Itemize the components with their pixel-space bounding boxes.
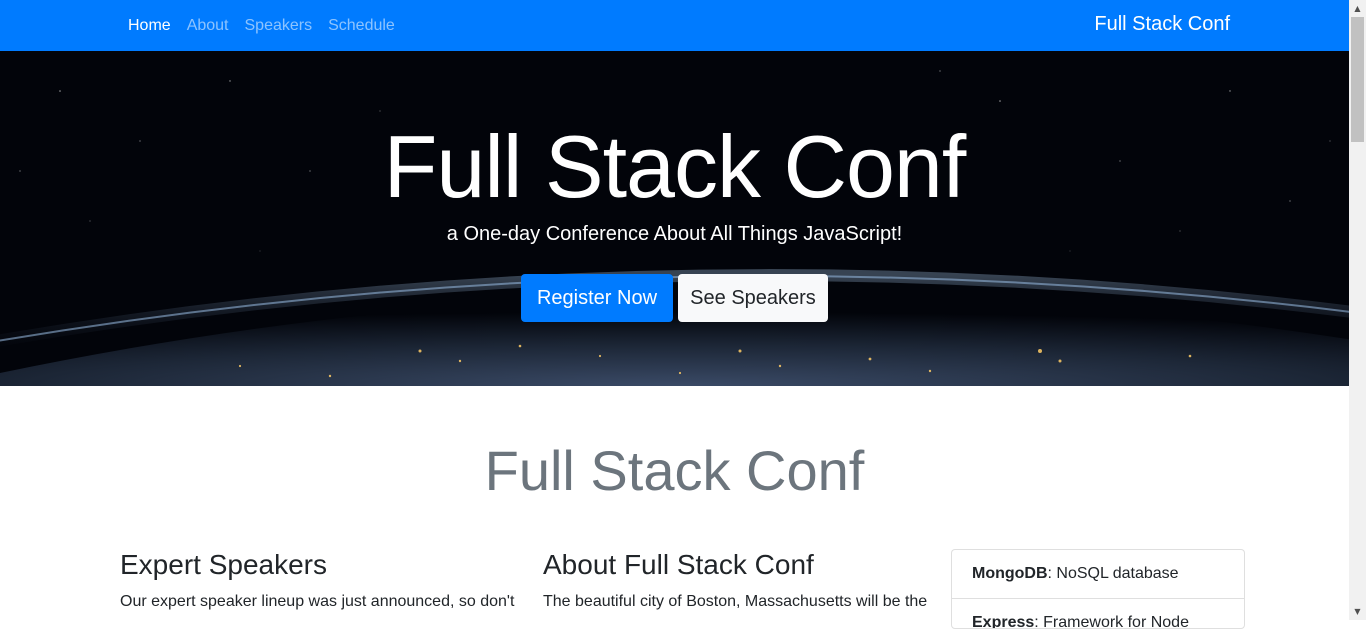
see-speakers-button[interactable]: See Speakers	[678, 274, 828, 322]
list-item-desc: : Framework for Node	[1034, 614, 1189, 629]
list-item: MongoDB: NoSQL database	[952, 550, 1244, 599]
scrollbar-thumb[interactable]	[1351, 17, 1364, 142]
expert-speakers-text: Our expert speaker lineup was just annou…	[120, 593, 515, 610]
arrow-down-icon[interactable]: ▼	[1349, 603, 1366, 620]
hero-jumbotron: Full Stack Conf a One-day Conference Abo…	[0, 51, 1349, 386]
arrow-up-icon[interactable]: ▲	[1349, 0, 1366, 17]
list-item-name: Express	[972, 614, 1035, 629]
nav-link-about[interactable]: About	[187, 17, 229, 35]
scrollbar[interactable]: ▲ ▼	[1349, 0, 1366, 620]
nav-links: Home About Speakers Schedule	[128, 0, 411, 51]
navbar: Home About Speakers Schedule Full Stack …	[0, 0, 1349, 51]
navbar-brand[interactable]: Full Stack Conf	[1094, 0, 1230, 51]
tech-list: MongoDB: NoSQL database Express: Framewo…	[951, 549, 1245, 629]
list-item-desc: : NoSQL database	[1047, 565, 1179, 582]
hero-subtitle: a One-day Conference About All Things Ja…	[446, 223, 903, 245]
expert-speakers-heading: Expert Speakers	[120, 549, 327, 580]
nav-link-home[interactable]: Home	[128, 17, 171, 35]
register-now-button[interactable]: Register Now	[521, 274, 673, 322]
earth-night-background	[0, 51, 1349, 386]
section-title: Full Stack Conf	[484, 439, 865, 502]
about-heading: About Full Stack Conf	[543, 549, 814, 580]
nav-link-schedule[interactable]: Schedule	[328, 17, 395, 35]
list-item-name: MongoDB	[972, 565, 1048, 582]
list-item: Express: Framework for Node	[952, 599, 1244, 629]
hero-title: Full Stack Conf	[383, 117, 967, 216]
about-text: The beautiful city of Boston, Massachuse…	[543, 593, 928, 610]
nav-link-speakers[interactable]: Speakers	[245, 17, 313, 35]
